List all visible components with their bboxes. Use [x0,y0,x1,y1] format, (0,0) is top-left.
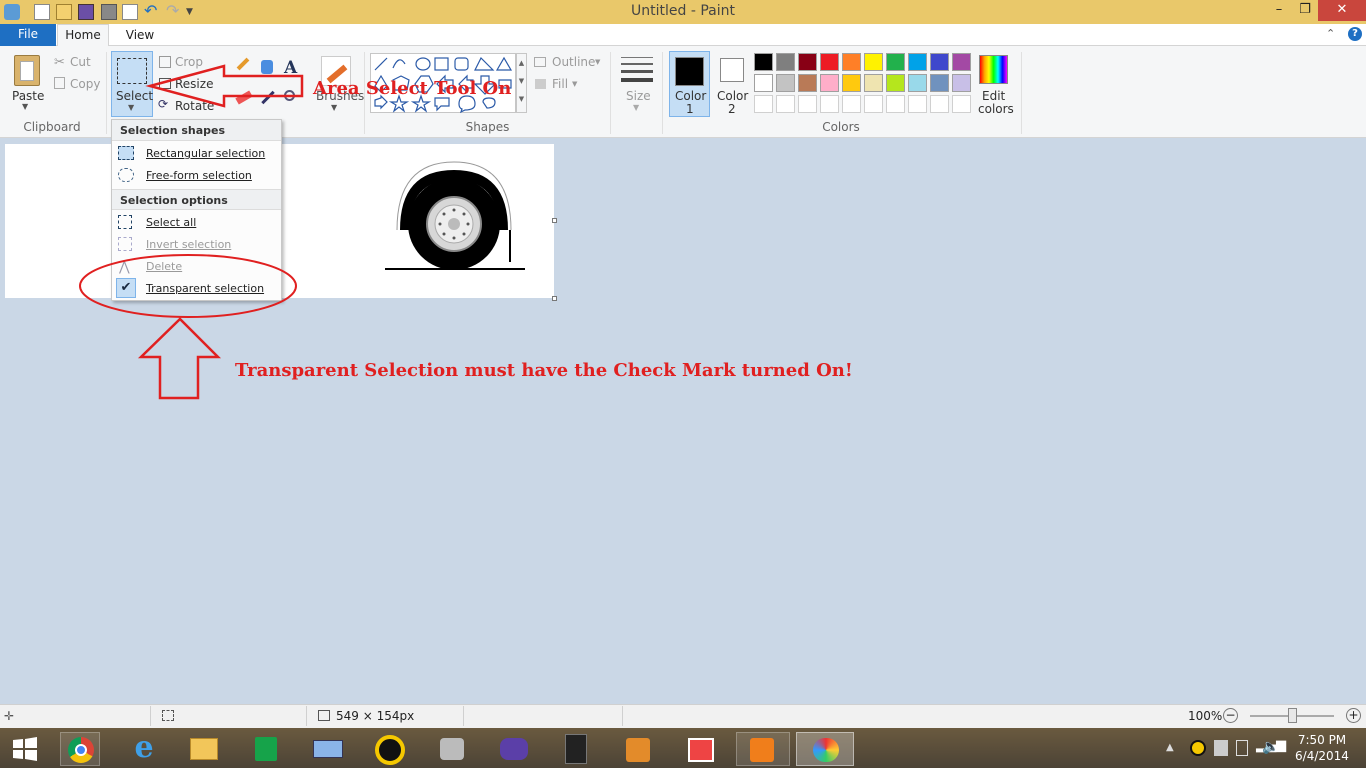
start-button[interactable] [12,737,38,761]
annotation-arrow-left [145,64,304,108]
status-divider [306,706,307,726]
media-player-icon[interactable] [736,732,790,766]
zoom-slider-thumb[interactable] [1288,708,1297,723]
joystick-app-icon[interactable] [432,732,472,766]
tray-app-icon[interactable] [1190,740,1206,756]
tools-app-icon[interactable] [618,732,658,766]
status-divider [622,706,623,726]
windows-logo-icon [13,737,37,761]
show-hidden-icons[interactable]: ▲ [1166,742,1174,753]
emulator-app-icon[interactable] [556,732,596,766]
zoom-in-button[interactable]: + [1346,708,1361,723]
zoom-out-button[interactable]: − [1223,708,1238,723]
gameboy-app-icon[interactable] [494,732,534,766]
annotation-area-select: Area Select Tool On [313,78,512,99]
keyboard-app-icon[interactable] [308,732,348,766]
volume-icon[interactable]: 🔈 [1262,739,1279,755]
image-size-icon [318,710,330,721]
status-bar [0,704,1366,728]
photo-app-icon[interactable] [680,732,720,766]
image-dimensions: 549 × 154px [336,709,415,723]
internet-explorer-icon[interactable]: e [124,732,164,766]
selection-size-icon [162,710,174,721]
tray-device-icon[interactable] [1214,740,1228,756]
cursor-position-icon: ✛ [4,709,15,723]
file-explorer-icon[interactable] [184,732,224,766]
store-icon[interactable] [246,732,286,766]
circle-app-icon[interactable] [370,732,410,766]
chrome-taskbar-icon[interactable] [60,732,100,766]
paint-taskbar-icon[interactable] [796,732,854,766]
tray-flag-icon[interactable] [1236,740,1248,756]
clock-date[interactable]: 6/4/2014 [1294,749,1350,763]
annotation-ellipse [79,254,297,318]
status-divider [463,706,464,726]
zoom-level: 100% [1188,709,1223,723]
annotation-transparent-note: Transparent Selection must have the Chec… [235,360,853,381]
annotation-overlay [79,64,304,400]
status-divider [150,706,151,726]
clock-time[interactable]: 7:50 PM [1294,733,1350,747]
annotation-arrow-up [137,317,222,400]
